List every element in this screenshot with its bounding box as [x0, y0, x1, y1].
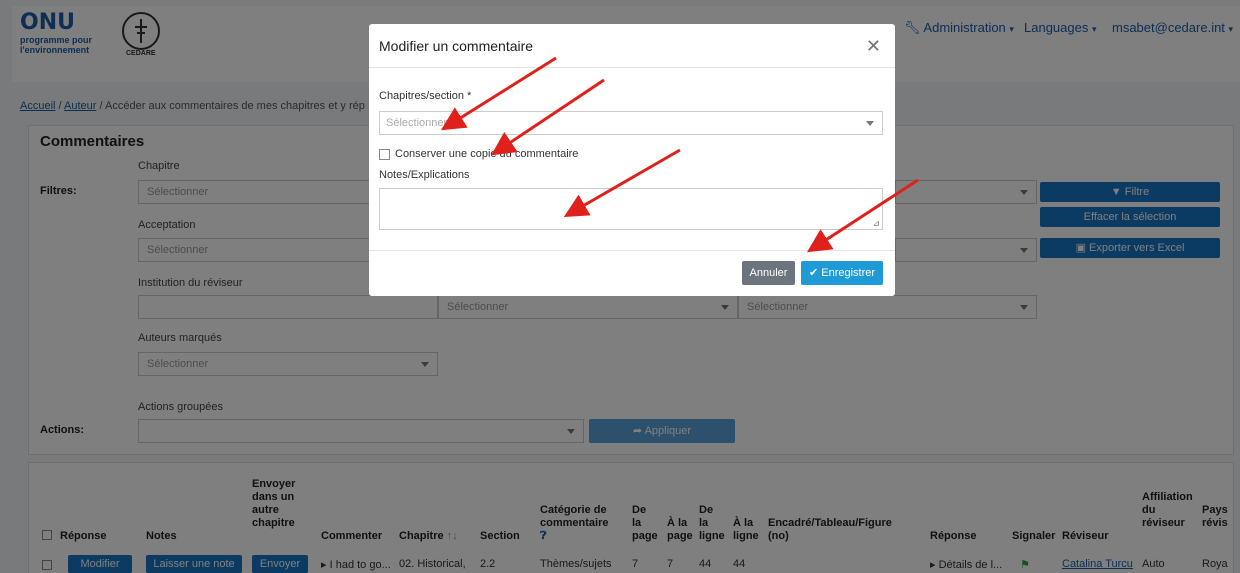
annotation-arrow [806, 178, 919, 253]
annotation-arrows [440, 56, 919, 253]
annotation-arrow [491, 78, 605, 156]
annotation-arrow [440, 56, 557, 131]
annotation-arrow [563, 148, 681, 217]
